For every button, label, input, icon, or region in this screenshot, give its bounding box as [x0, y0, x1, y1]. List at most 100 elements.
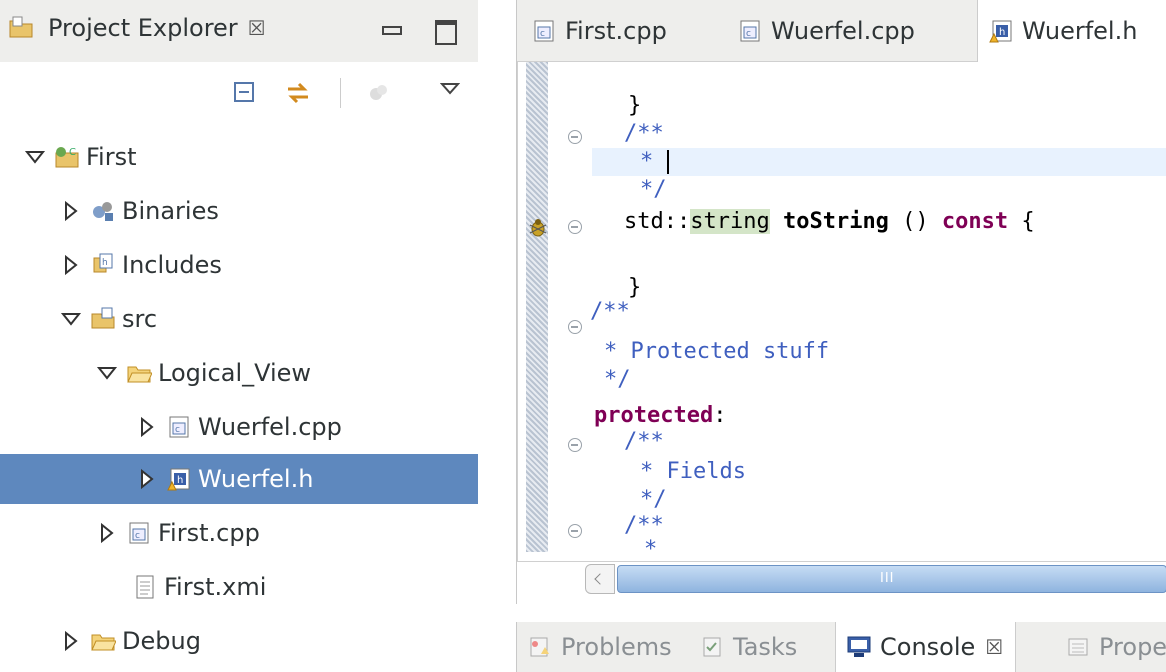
close-icon[interactable]: ☒ — [985, 635, 1003, 659]
cpp-file-icon: c — [740, 20, 760, 42]
tree-item-includes[interactable]: h Includes — [0, 240, 478, 290]
tab-label: Console — [880, 633, 976, 661]
collapsed-arrow-icon[interactable] — [96, 522, 118, 544]
cpp-file-icon: c — [534, 20, 554, 42]
tree-item-wuerfel-cpp[interactable]: c Wuerfel.cpp — [0, 402, 478, 452]
tab-label: Wuerfel.cpp — [771, 17, 915, 45]
tree-item-label: Wuerfel.h — [198, 465, 314, 493]
cpp-project-icon: C — [55, 147, 79, 168]
console-icon — [847, 636, 871, 657]
tree-item-label: Binaries — [122, 197, 219, 225]
header-file-icon: h — [167, 468, 190, 491]
project-explorer-view: Project Explorer ☒ C First Binaries h In… — [0, 0, 478, 672]
code-text-area[interactable]: } /** * */ std::string toString () const… — [518, 62, 1166, 552]
tasks-icon — [703, 637, 721, 657]
svg-text:h: h — [999, 27, 1005, 38]
tree-item-wuerfel-h[interactable]: h Wuerfel.h — [0, 454, 478, 504]
tab-wuerfel-h[interactable]: h Wuerfel.h — [977, 0, 1166, 62]
minimize-button[interactable] — [378, 18, 404, 44]
link-with-editor-icon[interactable] — [284, 80, 312, 106]
code-line: protected: — [594, 403, 727, 428]
tab-first-cpp[interactable]: c First.cpp — [531, 0, 667, 62]
collapsed-arrow-icon[interactable] — [60, 200, 82, 222]
tab-console[interactable]: Console ☒ — [835, 622, 1017, 672]
code-editor[interactable]: } /** * */ std::string toString () const… — [517, 62, 1166, 562]
project-explorer-toolbar — [0, 72, 478, 120]
tab-tasks[interactable]: Tasks — [699, 622, 797, 672]
svg-text:c: c — [540, 29, 545, 39]
folder-icon — [127, 366, 152, 383]
cpp-file-icon: c — [129, 522, 149, 544]
filter-icon[interactable] — [366, 80, 392, 106]
tree-item-label: src — [122, 305, 158, 333]
collapse-all-icon[interactable] — [232, 80, 258, 106]
tab-label: Wuerfel.h — [1022, 17, 1138, 45]
tree-item-label: Logical_View — [158, 359, 312, 387]
tree-item-first-project[interactable]: C First — [0, 132, 478, 182]
code-line: */ — [640, 177, 667, 202]
text-file-icon — [136, 575, 154, 599]
tree-item-label: Includes — [122, 251, 222, 279]
project-explorer-title: Project Explorer — [48, 14, 238, 42]
tab-label: Tasks — [733, 633, 798, 661]
source-folder-icon — [91, 307, 115, 329]
code-line: */ — [604, 367, 631, 392]
expanded-arrow-icon[interactable] — [24, 146, 46, 168]
overview-ruler[interactable] — [526, 62, 548, 552]
svg-text:c: c — [175, 425, 180, 435]
horizontal-scrollbar[interactable]: III — [585, 564, 1166, 594]
tree-item-binaries[interactable]: Binaries — [0, 186, 478, 236]
tree-item-debug[interactable]: Debug — [0, 616, 478, 666]
tree-item-first-xmi[interactable]: First.xmi — [0, 562, 478, 612]
binaries-icon — [93, 202, 113, 221]
scrollbar-thumb[interactable]: III — [617, 565, 1166, 593]
expanded-arrow-icon[interactable] — [60, 308, 82, 330]
project-explorer-icon — [9, 16, 33, 38]
collapsed-arrow-icon[interactable] — [136, 468, 158, 490]
maximize-button[interactable] — [432, 18, 458, 45]
code-line: */ — [640, 487, 667, 512]
problems-icon — [530, 637, 549, 657]
tree-item-label: First — [86, 143, 137, 171]
debug-breakpoint-icon[interactable] — [526, 216, 550, 240]
bottom-panel-tab-bar: Problems Tasks Console ☒ Prope — [516, 622, 1166, 672]
collapsed-arrow-icon[interactable] — [60, 254, 82, 276]
close-icon[interactable]: ☒ — [248, 16, 266, 40]
svg-text:h: h — [177, 475, 183, 486]
fold-toggle-icon[interactable] — [568, 130, 582, 144]
fold-toggle-icon[interactable] — [568, 320, 582, 334]
code-line: * Fields — [640, 459, 746, 484]
scroll-left-button[interactable] — [585, 564, 615, 594]
properties-icon — [1068, 638, 1088, 656]
tree-item-src[interactable]: src — [0, 294, 478, 344]
tree-item-label: Wuerfel.cpp — [198, 413, 342, 441]
tab-label: Prope — [1099, 633, 1166, 661]
code-line: std::string toString () const { — [624, 209, 1035, 234]
code-line: } — [628, 93, 642, 118]
editor-area: c First.cpp c Wuerfel.cpp h Wuerfel.h } … — [516, 0, 1166, 604]
tab-problems[interactable]: Problems — [527, 622, 672, 672]
code-line: /** — [590, 299, 630, 324]
tab-wuerfel-cpp[interactable]: c Wuerfel.cpp — [737, 0, 915, 62]
code-line: * Protected stuff — [604, 339, 830, 364]
fold-toggle-icon[interactable] — [568, 220, 582, 234]
code-line: * — [644, 537, 658, 552]
cpp-file-icon: c — [169, 416, 189, 438]
tree-item-label: Debug — [122, 627, 201, 655]
tab-label: First.cpp — [565, 17, 667, 45]
includes-icon: h — [93, 253, 113, 273]
fold-toggle-icon[interactable] — [568, 524, 582, 538]
svg-text:c: c — [746, 29, 751, 39]
expanded-arrow-icon[interactable] — [96, 362, 118, 384]
fold-toggle-icon[interactable] — [568, 438, 582, 452]
project-explorer-tab[interactable]: Project Explorer ☒ — [8, 14, 266, 42]
tree-item-label: First.xmi — [164, 573, 267, 601]
view-menu-icon[interactable] — [440, 82, 460, 96]
tab-properties[interactable]: Prope — [1065, 622, 1166, 672]
tree-item-first-cpp[interactable]: c First.cpp — [0, 508, 478, 558]
editor-tab-bar: c First.cpp c Wuerfel.cpp h Wuerfel.h — [517, 0, 1166, 62]
collapsed-arrow-icon[interactable] — [60, 630, 82, 652]
folder-icon — [91, 634, 116, 651]
tree-item-logical-view[interactable]: Logical_View — [0, 348, 478, 398]
collapsed-arrow-icon[interactable] — [136, 416, 158, 438]
